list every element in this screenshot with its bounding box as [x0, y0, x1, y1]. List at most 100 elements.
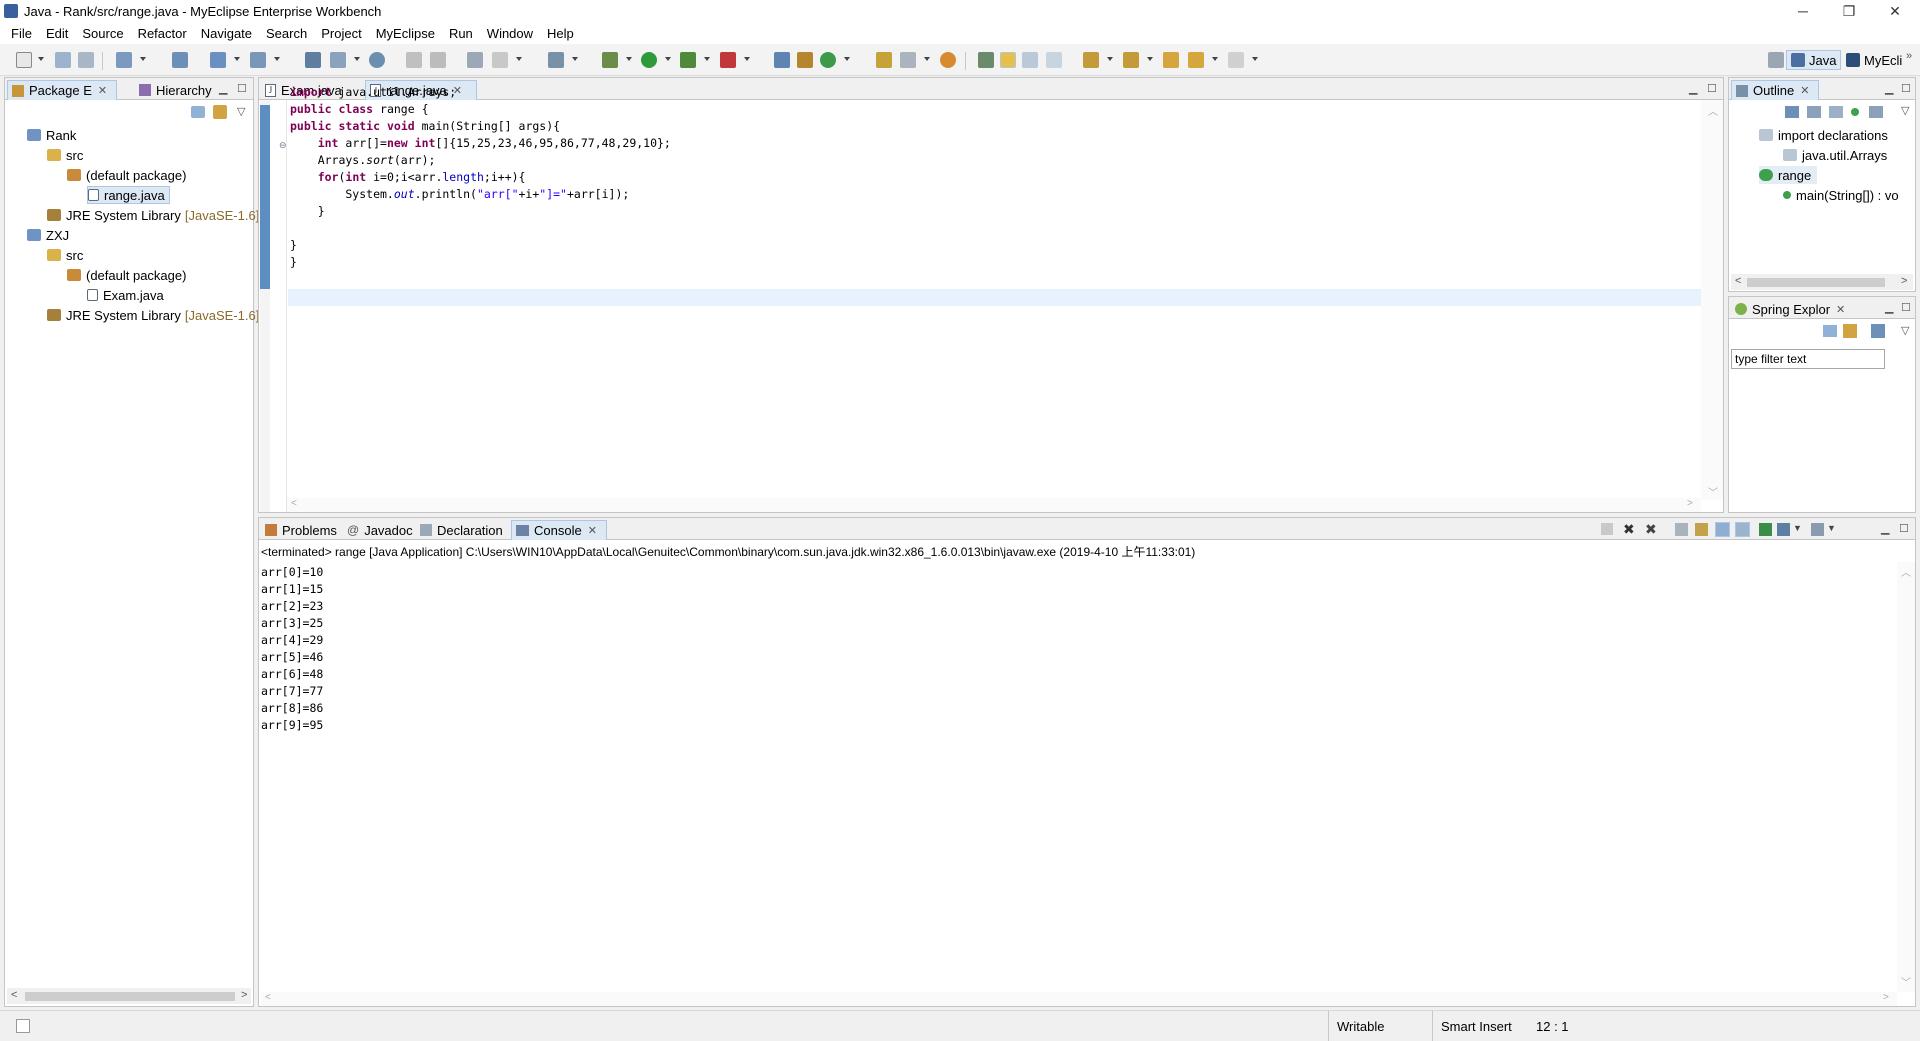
code-line-3[interactable]: public static void main(String[] args){ [290, 119, 560, 133]
new-class-dropdown-icon[interactable] [844, 57, 850, 61]
code-line-8[interactable]: } [290, 204, 325, 218]
code-line-1[interactable]: import java.util.Arrays; [290, 85, 456, 99]
publish-dropdown-icon[interactable] [354, 57, 360, 61]
team-icon[interactable] [467, 52, 483, 68]
sort-icon[interactable] [1871, 324, 1885, 338]
tree-item-rank-src[interactable]: src [47, 146, 83, 164]
copy-icon[interactable] [430, 52, 446, 68]
horizontal-scrollbar[interactable]: < > [7, 988, 251, 1004]
tree-item-zxj-jre[interactable]: JRE System Library [JavaSE-1.6] [47, 306, 259, 324]
minimize-view-icon[interactable]: ▁ [1885, 82, 1893, 95]
menu-run[interactable]: Run [442, 26, 480, 41]
open-type-dropdown-icon[interactable] [234, 57, 240, 61]
open-folder-icon[interactable] [876, 52, 892, 68]
scroll-up-icon[interactable]: ︿ [1901, 564, 1911, 579]
minimize-view-icon[interactable]: ▁ [219, 82, 227, 95]
menu-project[interactable]: Project [314, 26, 368, 41]
tree-item-range-java[interactable]: range.java [87, 186, 170, 204]
scroll-left-icon[interactable]: < [291, 498, 297, 509]
maximize-view-icon[interactable]: ☐ [237, 82, 247, 95]
menu-refactor[interactable]: Refactor [131, 26, 194, 41]
outline-method-main[interactable]: main(String[]) : vo [1783, 186, 1899, 204]
browser-icon[interactable] [369, 52, 385, 68]
menu-myeclipse[interactable]: MyEclipse [369, 26, 442, 41]
search-dropdown-icon[interactable] [274, 57, 280, 61]
menu-window[interactable]: Window [480, 26, 540, 41]
minimize-view-icon[interactable]: ▁ [1689, 82, 1697, 95]
scroll-right-icon[interactable]: > [1687, 498, 1693, 509]
maximize-view-icon[interactable]: ☐ [1901, 301, 1911, 314]
maximize-view-icon[interactable]: ☐ [1901, 82, 1911, 95]
debug-dropdown-icon[interactable] [626, 57, 632, 61]
tab-problems[interactable]: Problems [261, 520, 341, 540]
forward-icon[interactable] [1228, 52, 1244, 68]
cut-icon[interactable] [406, 52, 422, 68]
tree-item-rank-jre[interactable]: JRE System Library [JavaSE-1.6] [47, 206, 259, 224]
outline-import-arrays[interactable]: java.util.Arrays [1783, 146, 1887, 164]
tree-item-zxj[interactable]: ZXJ [27, 226, 69, 244]
tree-item-exam-java[interactable]: Exam.java [87, 286, 164, 304]
open-console-dropdown-icon[interactable]: ▼ [1827, 523, 1836, 533]
scroll-down-icon[interactable]: ﹀ [1708, 484, 1718, 499]
code-line-10[interactable]: } [290, 238, 297, 252]
screen-dropdown-icon[interactable] [572, 57, 578, 61]
scroll-left-icon[interactable]: < [265, 992, 271, 1003]
code-line-6[interactable]: for(int i=0;i<arr.length;i++){ [290, 170, 526, 184]
debug-icon[interactable] [602, 52, 618, 68]
scrollbar-thumb[interactable] [1747, 278, 1885, 287]
show-whitespace-icon[interactable] [1046, 52, 1062, 68]
menu-source[interactable]: Source [75, 26, 130, 41]
scroll-left-icon[interactable]: < [1735, 275, 1741, 287]
scroll-down-icon[interactable]: ﹀ [1901, 974, 1911, 989]
more-perspectives-icon[interactable]: » [1906, 50, 1912, 62]
close-tab-icon[interactable]: ✕ [98, 84, 107, 97]
last-edit-icon[interactable] [1163, 52, 1179, 68]
perspective-java[interactable]: Java [1786, 50, 1842, 70]
minimize-button[interactable]: ─ [1780, 0, 1826, 22]
spring-filter-input[interactable] [1731, 349, 1885, 369]
run-dropdown-icon[interactable] [665, 57, 671, 61]
terminate-icon[interactable] [1601, 523, 1613, 535]
previous-annotation-icon[interactable] [1123, 52, 1139, 68]
remove-launch-icon[interactable]: ✖ [1623, 521, 1635, 538]
view-menu-icon[interactable]: ▽ [1901, 324, 1909, 337]
new-class-icon[interactable] [797, 52, 813, 68]
tree-item-rank[interactable]: Rank [27, 126, 76, 144]
new-java-class-icon[interactable] [820, 52, 836, 68]
tab-outline[interactable]: Outline ✕ [1731, 80, 1819, 100]
previous-annotation-dropdown-icon[interactable] [1147, 57, 1153, 61]
history-icon[interactable] [492, 52, 508, 68]
scroll-up-icon[interactable]: ︿ [1708, 103, 1718, 118]
hide-local-types-icon[interactable] [1869, 106, 1883, 118]
maximize-button[interactable]: ❐ [1826, 0, 1872, 22]
external-tools-icon[interactable] [720, 52, 736, 68]
menu-file[interactable]: File [4, 26, 39, 41]
coverage-dropdown-icon[interactable] [704, 57, 710, 61]
tab-declaration[interactable]: Declaration [416, 520, 507, 540]
tab-javadoc[interactable]: @ Javadoc [343, 520, 417, 540]
clear-console-icon[interactable] [1675, 523, 1688, 536]
perspective-myeclipse[interactable]: MyEcli [1842, 50, 1906, 70]
code-line-4[interactable]: int arr[]=new int[]{15,25,23,46,95,86,77… [290, 136, 671, 150]
coverage-icon[interactable] [680, 52, 696, 68]
editor-vertical-scrollbar[interactable]: ︿ ﹀ [1701, 100, 1723, 500]
minimize-view-icon[interactable]: ▁ [1885, 301, 1893, 314]
save-all-icon[interactable] [78, 52, 94, 68]
new-web-project-dropdown-icon[interactable] [140, 57, 146, 61]
outline-class-range[interactable]: range [1759, 166, 1818, 184]
tab-hierarchy[interactable]: Hierarchy [135, 80, 216, 100]
forward-dropdown-icon[interactable] [1252, 57, 1258, 61]
menu-search[interactable]: Search [259, 26, 314, 41]
remove-all-launches-icon[interactable]: ✖ [1645, 521, 1657, 538]
close-tab-icon[interactable]: ✕ [1800, 84, 1809, 97]
code-line-11[interactable]: } [290, 255, 297, 269]
deploy-icon[interactable] [172, 52, 188, 68]
menu-help[interactable]: Help [540, 26, 581, 41]
scroll-right-icon[interactable]: > [1883, 992, 1889, 1003]
next-annotation-icon[interactable] [1083, 52, 1099, 68]
annotation-icon[interactable] [978, 52, 994, 68]
sort-icon[interactable] [1785, 106, 1799, 118]
link-with-editor-icon[interactable] [213, 105, 227, 119]
screen-icon[interactable] [548, 52, 564, 68]
collapse-all-icon[interactable] [1823, 325, 1837, 337]
